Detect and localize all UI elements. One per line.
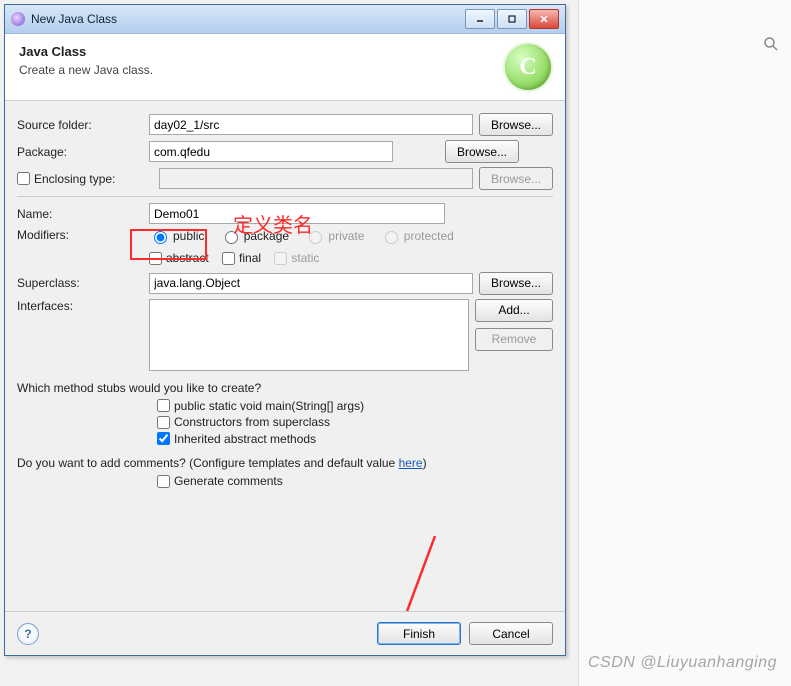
interfaces-label: Interfaces:	[17, 299, 143, 313]
stub-inherited-label: Inherited abstract methods	[174, 432, 316, 446]
browse-package-button[interactable]: Browse...	[445, 140, 519, 163]
superclass-input[interactable]	[149, 273, 473, 294]
package-input[interactable]	[149, 141, 393, 162]
source-folder-input[interactable]	[149, 114, 473, 135]
modifier-private-label: private	[328, 229, 364, 243]
modifier-final-checkbox[interactable]	[222, 252, 235, 265]
annotation-arrow	[375, 531, 445, 611]
source-folder-label: Source folder:	[17, 118, 143, 132]
maximize-button[interactable]	[497, 9, 527, 29]
watermark: CSDN @Liuyuanhanging	[588, 654, 777, 672]
dialog-footer: ? Finish Cancel	[5, 611, 565, 655]
generate-comments-label: Generate comments	[174, 474, 283, 488]
cancel-button[interactable]: Cancel	[469, 622, 553, 645]
modifier-package-radio[interactable]	[225, 231, 238, 244]
modifier-package-label: package	[244, 229, 289, 243]
comments-question-prefix: Do you want to add comments? (Configure …	[17, 456, 399, 470]
add-interface-button[interactable]: Add...	[475, 299, 553, 322]
help-icon[interactable]: ?	[17, 623, 39, 645]
enclosing-type-input	[159, 168, 473, 189]
dialog-header: Java Class Create a new Java class. C	[5, 34, 565, 101]
modifier-protected-label: protected	[404, 229, 454, 243]
package-label: Package:	[17, 145, 143, 159]
modifier-final-label: final	[239, 251, 261, 265]
close-button[interactable]	[529, 9, 559, 29]
minimize-button[interactable]	[465, 9, 495, 29]
modifier-public-radio[interactable]	[154, 231, 167, 244]
browse-source-folder-button[interactable]: Browse...	[479, 113, 553, 136]
browse-enclosing-type-button: Browse...	[479, 167, 553, 190]
modifiers-label: Modifiers:	[17, 228, 143, 242]
modifier-abstract-checkbox[interactable]	[149, 252, 162, 265]
modifier-static-checkbox	[274, 252, 287, 265]
header-title: Java Class	[19, 44, 505, 59]
modifier-protected-radio	[385, 231, 398, 244]
name-input[interactable]	[149, 203, 445, 224]
stubs-question: Which method stubs would you like to cre…	[17, 381, 553, 395]
generate-comments-checkbox[interactable]	[157, 475, 170, 488]
stub-inherited-checkbox[interactable]	[157, 432, 170, 445]
stub-main-label: public static void main(String[] args)	[174, 399, 364, 413]
separator	[17, 196, 553, 197]
new-java-class-dialog: New Java Class Java Class Create a new J…	[4, 4, 566, 656]
interfaces-listbox[interactable]	[149, 299, 469, 371]
stub-main-checkbox[interactable]	[157, 399, 170, 412]
modifier-abstract-label: abstract	[166, 251, 209, 265]
modifier-static-label: static	[291, 251, 319, 265]
search-icon[interactable]	[763, 36, 779, 55]
superclass-label: Superclass:	[17, 276, 143, 290]
enclosing-type-label: Enclosing type:	[34, 172, 115, 186]
background-panel	[578, 0, 791, 686]
enclosing-type-checkbox[interactable]	[17, 172, 30, 185]
comments-question: Do you want to add comments? (Configure …	[17, 456, 553, 470]
titlebar: New Java Class	[5, 5, 565, 34]
comments-question-suffix: )	[423, 456, 427, 470]
configure-templates-link[interactable]: here	[399, 456, 423, 470]
window-title: New Java Class	[31, 12, 463, 26]
header-subtitle: Create a new Java class.	[19, 63, 505, 77]
remove-interface-button: Remove	[475, 328, 553, 351]
dialog-content: Source folder: Browse... Package: Browse…	[5, 101, 565, 611]
stub-constructors-label: Constructors from superclass	[174, 415, 330, 429]
browse-superclass-button[interactable]: Browse...	[479, 272, 553, 295]
finish-button[interactable]: Finish	[377, 622, 461, 645]
eclipse-icon	[11, 12, 25, 26]
modifier-private-radio	[309, 231, 322, 244]
modifier-public-label: public	[173, 229, 204, 243]
stub-constructors-checkbox[interactable]	[157, 416, 170, 429]
name-label: Name:	[17, 207, 143, 221]
class-banner-icon: C	[505, 44, 551, 90]
